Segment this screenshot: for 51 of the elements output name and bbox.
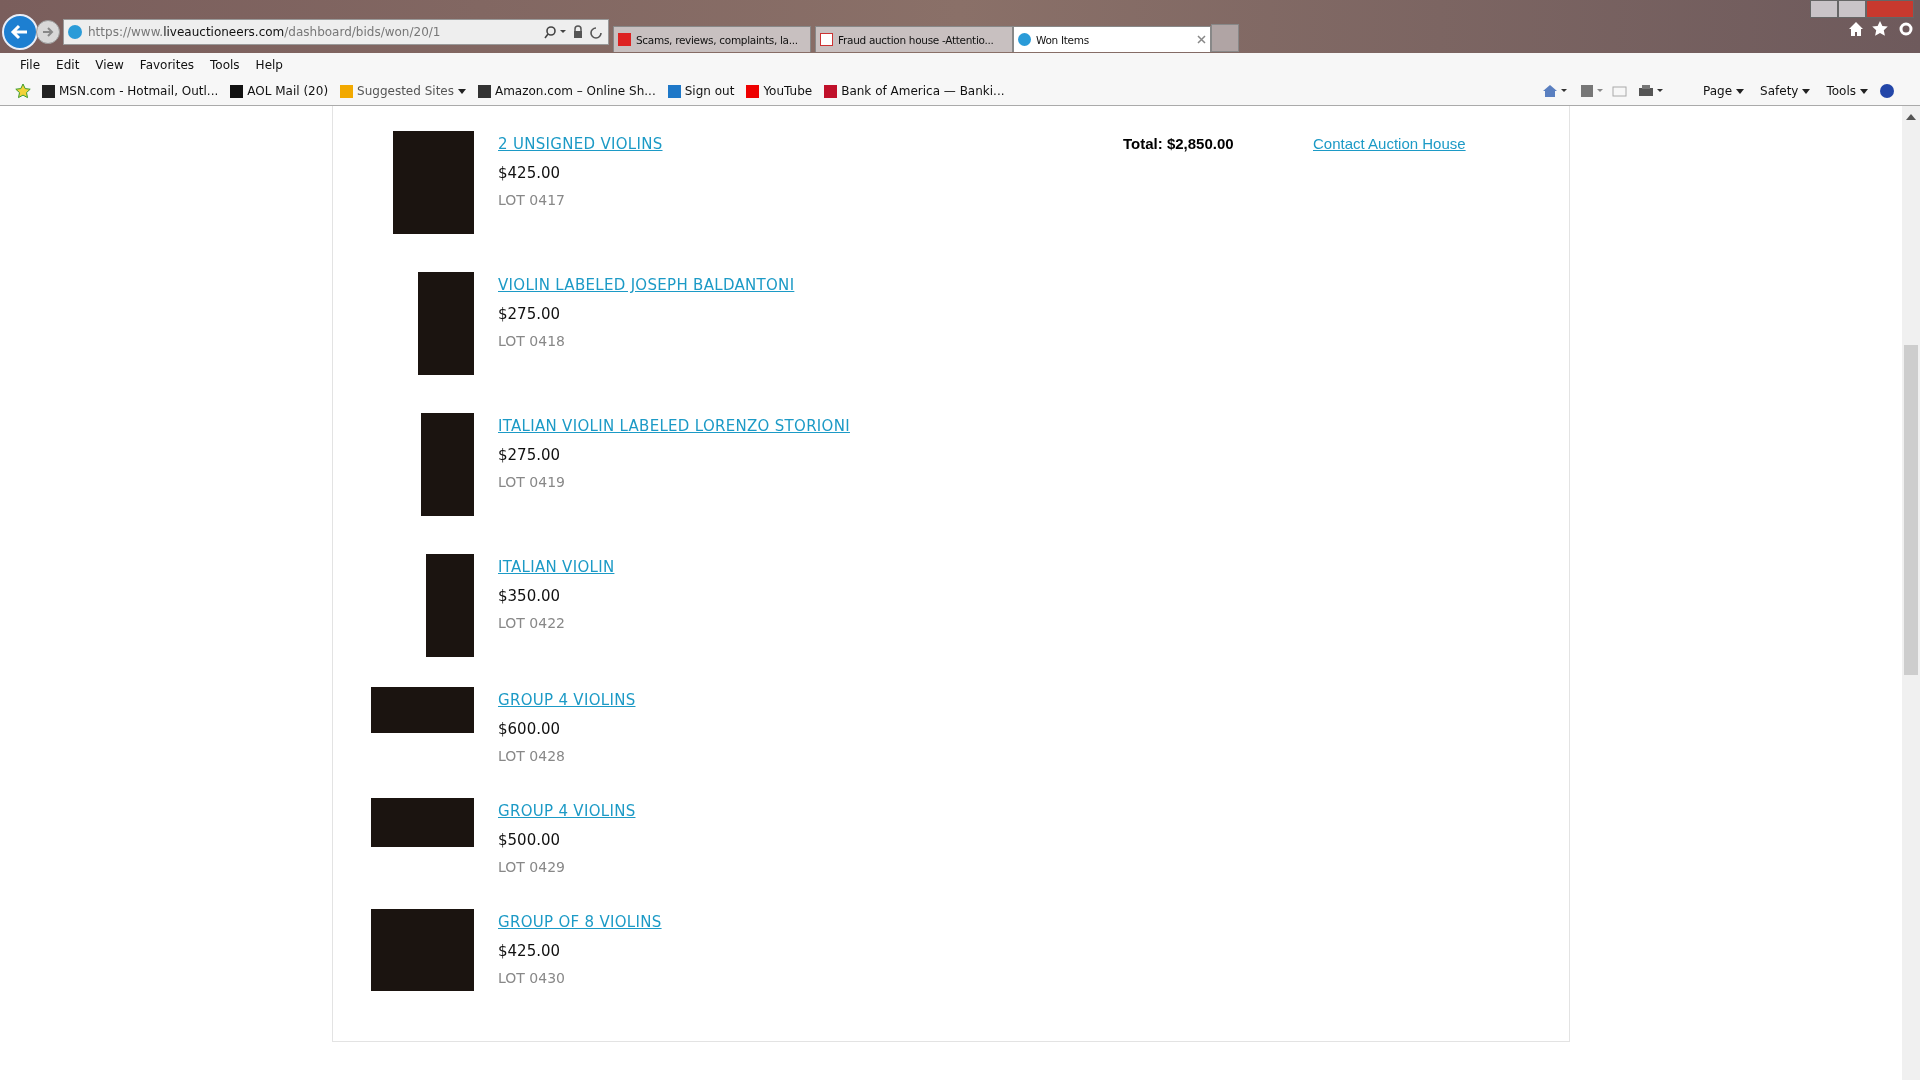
caret-icon <box>1736 88 1745 94</box>
close-tab-icon[interactable] <box>1197 35 1206 44</box>
scrollbar[interactable] <box>1902 106 1920 1080</box>
item-price: $600.00 <box>498 720 562 738</box>
item-price: $500.00 <box>498 831 562 849</box>
favorite-link[interactable]: Bank of America — Banki... <box>822 84 1007 98</box>
caret-icon <box>457 88 466 94</box>
browser-tab[interactable]: Won Items <box>1013 26 1211 52</box>
favorite-link[interactable]: MSN.com - Hotmail, Outl... <box>40 84 221 98</box>
item-price: $425.00 <box>498 164 562 182</box>
favorites-star-icon[interactable] <box>14 83 32 99</box>
menu-item[interactable]: File <box>12 58 49 72</box>
tab-site-icon <box>618 33 631 46</box>
menu-item[interactable]: View <box>87 58 132 72</box>
item-price: $275.00 <box>498 446 562 464</box>
address-bar[interactable]: https://www.liveauctioneers.com/dashboard/bids/won/20/1 <box>63 19 609 45</box>
favorite-link[interactable]: AOL Mail (20) <box>228 84 331 98</box>
favorite-link[interactable]: Sign out <box>665 84 737 98</box>
item-price: $350.00 <box>498 587 562 605</box>
command-menu[interactable]: Tools <box>1822 84 1872 98</box>
back-button[interactable] <box>2 14 38 50</box>
forward-arrow-icon <box>41 25 55 39</box>
favorite-link[interactable]: Suggested Sites <box>338 84 468 98</box>
menu-item[interactable]: Edit <box>48 58 88 72</box>
url-text: https://www.liveauctioneers.com/dashboard/bids/won/20/1 <box>88 25 442 39</box>
lot-number: LOT 0429 <box>498 859 566 875</box>
item-price: $275.00 <box>498 305 562 323</box>
command-menu[interactable]: Safety <box>1756 84 1815 98</box>
caret-icon <box>1860 88 1868 94</box>
command-menu[interactable]: Page <box>1699 84 1749 98</box>
lot-number: LOT 0417 <box>498 192 566 208</box>
item-price: $425.00 <box>498 942 562 960</box>
mail-icon <box>820 33 833 46</box>
menu-item[interactable]: Favorites <box>131 58 203 72</box>
total-amount: Total: $2,850.00 <box>1123 135 1234 152</box>
browser-tab[interactable]: Scams, reviews, complaints, la... <box>613 26 811 52</box>
lot-number: LOT 0428 <box>498 748 566 764</box>
browser-tab[interactable]: Fraud auction house -Attentio... <box>815 26 1013 52</box>
menu-item[interactable]: Tools <box>202 58 248 72</box>
lot-number: LOT 0422 <box>498 615 566 631</box>
scroll-up-icon[interactable] <box>1906 114 1916 120</box>
menu-item[interactable]: Help <box>247 58 291 72</box>
window-controls[interactable] <box>1810 0 1914 18</box>
lot-number: LOT 0418 <box>498 333 566 349</box>
lot-number: LOT 0430 <box>498 970 566 986</box>
address-tools-icon <box>544 25 604 39</box>
caret-icon <box>1802 88 1811 94</box>
favorite-link[interactable]: Amazon.com – Online Sh... <box>475 84 658 98</box>
lot-number: LOT 0419 <box>498 474 566 490</box>
favorite-link[interactable]: YouTube <box>744 84 815 98</box>
forward-button[interactable] <box>36 20 60 44</box>
